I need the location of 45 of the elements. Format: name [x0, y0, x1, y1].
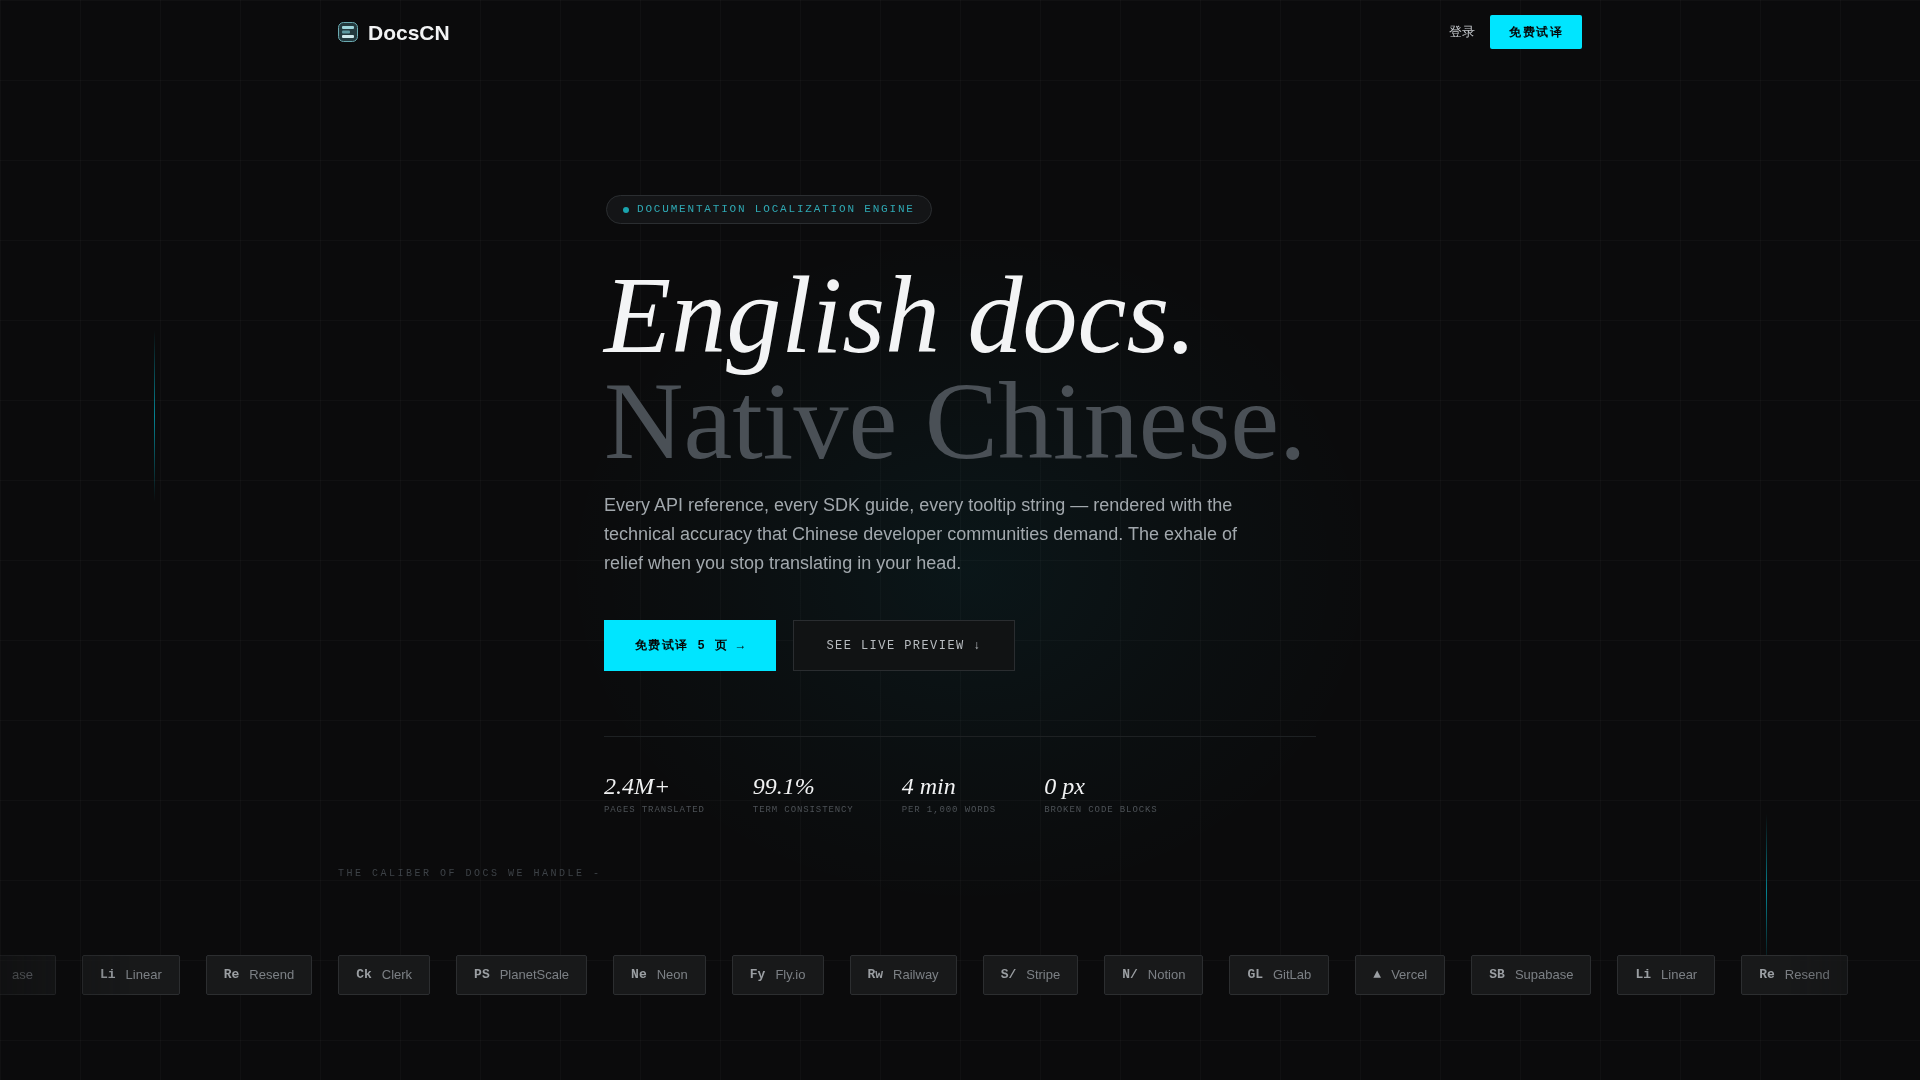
logo-name: Supabase: [1514, 966, 1574, 985]
logo-name: Fly.io: [775, 966, 806, 985]
logo-abbr: Li: [1635, 966, 1652, 985]
stat-value: 0 px: [1044, 772, 1086, 801]
logo-name: Resend: [249, 966, 295, 985]
logo-icon: [338, 22, 358, 42]
logo-name: Linear: [125, 966, 162, 985]
badge-text: DOCUMENTATION LOCALIZATION ENGINE: [637, 204, 915, 215]
logo-abbr: Re: [1759, 966, 1775, 985]
logo-abbr: Li: [99, 966, 116, 985]
logo-name: Clerk: [381, 966, 413, 985]
hero-description: Every API reference, every SDK guide, every tooltip string — rendered with the technical accuracy that Chinese developer communities demand. The exhale of relief when you stop translating in your head.: [604, 494, 1239, 575]
logo-abbr: Ne: [631, 966, 647, 985]
stat-value: 2.4M+: [604, 772, 672, 801]
logo-name: Vercel: [1391, 966, 1428, 985]
logo-abbr: ▲: [1373, 966, 1382, 985]
logo-abbr: PS: [474, 966, 490, 985]
logo-name: ase: [12, 966, 33, 985]
logo-name: Neon: [656, 966, 688, 985]
preview-button[interactable]: SEE LIVE PREVIEW ↓: [793, 620, 1015, 671]
trial-button[interactable]: 免费试译: [1490, 15, 1582, 49]
logo-abbr: S/: [1000, 966, 1017, 985]
logo-name: GitLab: [1273, 966, 1312, 985]
login-link[interactable]: 登录: [1449, 22, 1476, 42]
logo-abbr: N/: [1122, 966, 1138, 985]
logo-abbr: SB: [1489, 966, 1505, 985]
logo-name: Linear: [1661, 966, 1698, 985]
logo-name: PlanetScale: [499, 966, 570, 985]
logo-abbr: GL: [1247, 966, 1263, 985]
start-trial-button[interactable]: 免费试译 5 页 →: [604, 620, 777, 671]
logo-abbr: Fy: [749, 966, 766, 985]
brand-name[interactable]: DocsCN: [368, 21, 450, 43]
stat-label: BROKEN CODE BLOCKS: [1044, 804, 1158, 816]
logo-abbr: Re: [223, 966, 240, 985]
logo-name: Stripe: [1026, 966, 1061, 985]
stat-value: 4 min: [901, 772, 957, 801]
logo-name: Notion: [1147, 966, 1186, 985]
logo-name: Resend: [1784, 966, 1830, 985]
stat-label: PAGES TRANSLATED: [604, 804, 705, 816]
stat-label: PER 1,000 WORDS: [901, 804, 997, 816]
logo-name: Railway: [893, 966, 939, 985]
stat-value: 99.1%: [752, 772, 816, 801]
logo-abbr: Rw: [867, 966, 884, 985]
logo-abbr: Ck: [356, 966, 372, 985]
stat-label: TERM CONSISTENCY: [752, 804, 854, 816]
